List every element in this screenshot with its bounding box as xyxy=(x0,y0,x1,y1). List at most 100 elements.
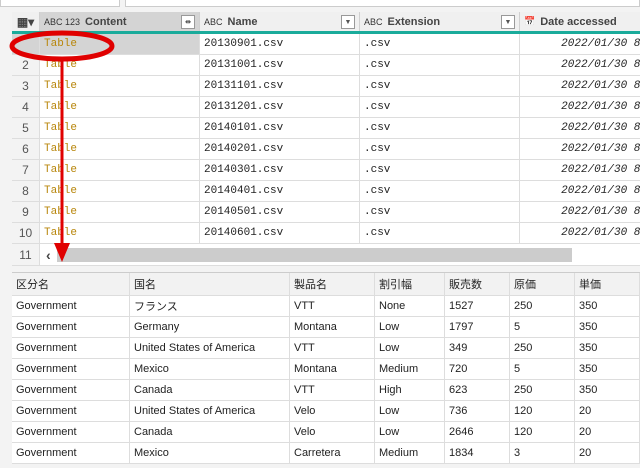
preview-cell: Low xyxy=(375,317,445,337)
preview-cell: 20 xyxy=(575,443,640,463)
preview-cell: Government xyxy=(12,380,130,400)
table-row: 2 Table 20131001.csv .csv 2022/01/30 8: xyxy=(12,55,640,76)
preview-cell: 350 xyxy=(575,296,640,316)
table-row: Table 20130901.csv .csv 2022/01/30 8: xyxy=(12,34,640,55)
table-link[interactable]: Table xyxy=(40,139,200,159)
preview-cell: Velo xyxy=(290,401,375,421)
cell-date: 2022/01/30 8: xyxy=(520,76,640,96)
formula-bar[interactable] xyxy=(125,0,640,7)
preview-column-header: 区分名 xyxy=(12,273,130,295)
row-number: 3 xyxy=(12,76,40,96)
preview-cell: Montana xyxy=(290,359,375,379)
cell-extension: .csv xyxy=(360,118,520,138)
preview-cell: 1797 xyxy=(445,317,510,337)
preview-cell: High xyxy=(375,380,445,400)
cell-extension: .csv xyxy=(360,76,520,96)
preview-cell: 250 xyxy=(510,380,575,400)
cell-name: 20140501.csv xyxy=(200,202,360,222)
table-link[interactable]: Table xyxy=(40,223,200,243)
preview-cell: Low xyxy=(375,401,445,421)
preview-cell: 1527 xyxy=(445,296,510,316)
preview-cell: 350 xyxy=(575,380,640,400)
query-grid: ▦▾ ABC 123 Content ⇹ ABC Name ▼ ABC Extension… xyxy=(12,12,640,266)
table-link[interactable]: Table xyxy=(40,97,200,117)
table-link[interactable]: Table xyxy=(40,34,200,54)
table-row: 11 ‹ xyxy=(12,244,640,266)
preview-cell: 720 xyxy=(445,359,510,379)
expand-column-icon[interactable]: ⇹ xyxy=(181,15,195,29)
preview-column-header: 原価 xyxy=(510,273,575,295)
preview-cell: None xyxy=(375,296,445,316)
preview-row: Government United States of America VTT Low… xyxy=(12,338,640,359)
filter-dropdown-icon[interactable]: ▼ xyxy=(341,15,355,29)
row-number: 5 xyxy=(12,118,40,138)
cell-name: 20140401.csv xyxy=(200,181,360,201)
cell-name: 20140601.csv xyxy=(200,223,360,243)
preview-cell: 350 xyxy=(575,359,640,379)
preview-cell: VTT xyxy=(290,380,375,400)
preview-row: Government Canada VTT High 623 250 350 xyxy=(12,380,640,401)
cell-date: 2022/01/30 8: xyxy=(520,223,640,243)
preview-cell: Mexico xyxy=(130,443,290,463)
preview-cell: Carretera xyxy=(290,443,375,463)
preview-cell: Canada xyxy=(130,380,290,400)
grid-header: ▦▾ ABC 123 Content ⇹ ABC Name ▼ ABC Extension… xyxy=(12,12,640,34)
column-header-name[interactable]: ABC Name ▼ xyxy=(200,12,360,31)
preview-cell: VTT xyxy=(290,296,375,316)
filter-dropdown-icon[interactable]: ▼ xyxy=(501,15,515,29)
table-link[interactable]: Table xyxy=(40,118,200,138)
cell-extension: .csv xyxy=(360,202,520,222)
preview-row: Government Germany Montana Low 1797 5 350 xyxy=(12,317,640,338)
cell-extension: .csv xyxy=(360,139,520,159)
cell-extension: .csv xyxy=(360,55,520,75)
column-header-date-accessed[interactable]: 📅 Date accessed xyxy=(520,12,640,31)
preview-cell: Low xyxy=(375,338,445,358)
preview-cell: Germany xyxy=(130,317,290,337)
table-link[interactable]: Table xyxy=(40,202,200,222)
preview-cell: 1834 xyxy=(445,443,510,463)
preview-row: Government Mexico Montana Medium 720 5 350 xyxy=(12,359,640,380)
table-row: 3 Table 20131101.csv .csv 2022/01/30 8: xyxy=(12,76,640,97)
preview-row: Government United States of America Velo Lo… xyxy=(12,401,640,422)
cell-extension: .csv xyxy=(360,160,520,180)
preview-column-header: 割引幅 xyxy=(375,273,445,295)
preview-table: 区分名 国名 製品名 割引幅 販売数 原価 単価 Government フランス VTT None… xyxy=(12,272,640,464)
table-row: 6 Table 20140201.csv .csv 2022/01/30 8: xyxy=(12,139,640,160)
cell-date: 2022/01/30 8: xyxy=(520,97,640,117)
preview-cell: Low xyxy=(375,422,445,442)
cell-date: 2022/01/30 8: xyxy=(520,181,640,201)
table-row: 10 Table 20140601.csv .csv 2022/01/30 8: xyxy=(12,223,640,244)
preview-cell: 350 xyxy=(575,338,640,358)
preview-cell: Velo xyxy=(290,422,375,442)
cell-date: 2022/01/30 8: xyxy=(520,139,640,159)
preview-cell: Government xyxy=(12,317,130,337)
preview-column-header: 単価 xyxy=(575,273,640,295)
scrollbar-thumb[interactable] xyxy=(56,247,572,262)
preview-cell: VTT xyxy=(290,338,375,358)
cell-name: 20140101.csv xyxy=(200,118,360,138)
column-header-content[interactable]: ABC 123 Content ⇹ xyxy=(40,12,200,31)
preview-cell: Medium xyxy=(375,359,445,379)
preview-cell: Montana xyxy=(290,317,375,337)
table-link[interactable]: Table xyxy=(40,160,200,180)
table-menu-icon[interactable]: ▦▾ xyxy=(12,12,40,31)
row-number xyxy=(12,34,40,54)
table-link[interactable]: Table xyxy=(40,181,200,201)
cell-extension: .csv xyxy=(360,34,520,54)
preview-cell: 623 xyxy=(445,380,510,400)
cell-date: 2022/01/30 8: xyxy=(520,202,640,222)
table-link[interactable]: Table xyxy=(40,76,200,96)
formula-box-left[interactable] xyxy=(0,0,120,7)
column-header-extension[interactable]: ABC Extension ▼ xyxy=(360,12,520,31)
preview-cell: 120 xyxy=(510,422,575,442)
preview-cell: 5 xyxy=(510,317,575,337)
preview-cell: Medium xyxy=(375,443,445,463)
row-number: 6 xyxy=(12,139,40,159)
preview-cell: Government xyxy=(12,401,130,421)
row-number: 2 xyxy=(12,55,40,75)
table-link[interactable]: Table xyxy=(40,55,200,75)
preview-row: Government Canada Velo Low 2646 120 20 xyxy=(12,422,640,443)
horizontal-scrollbar[interactable]: ‹ xyxy=(40,244,640,265)
scroll-left-icon[interactable]: ‹ xyxy=(46,247,51,263)
cell-name: 20131101.csv xyxy=(200,76,360,96)
